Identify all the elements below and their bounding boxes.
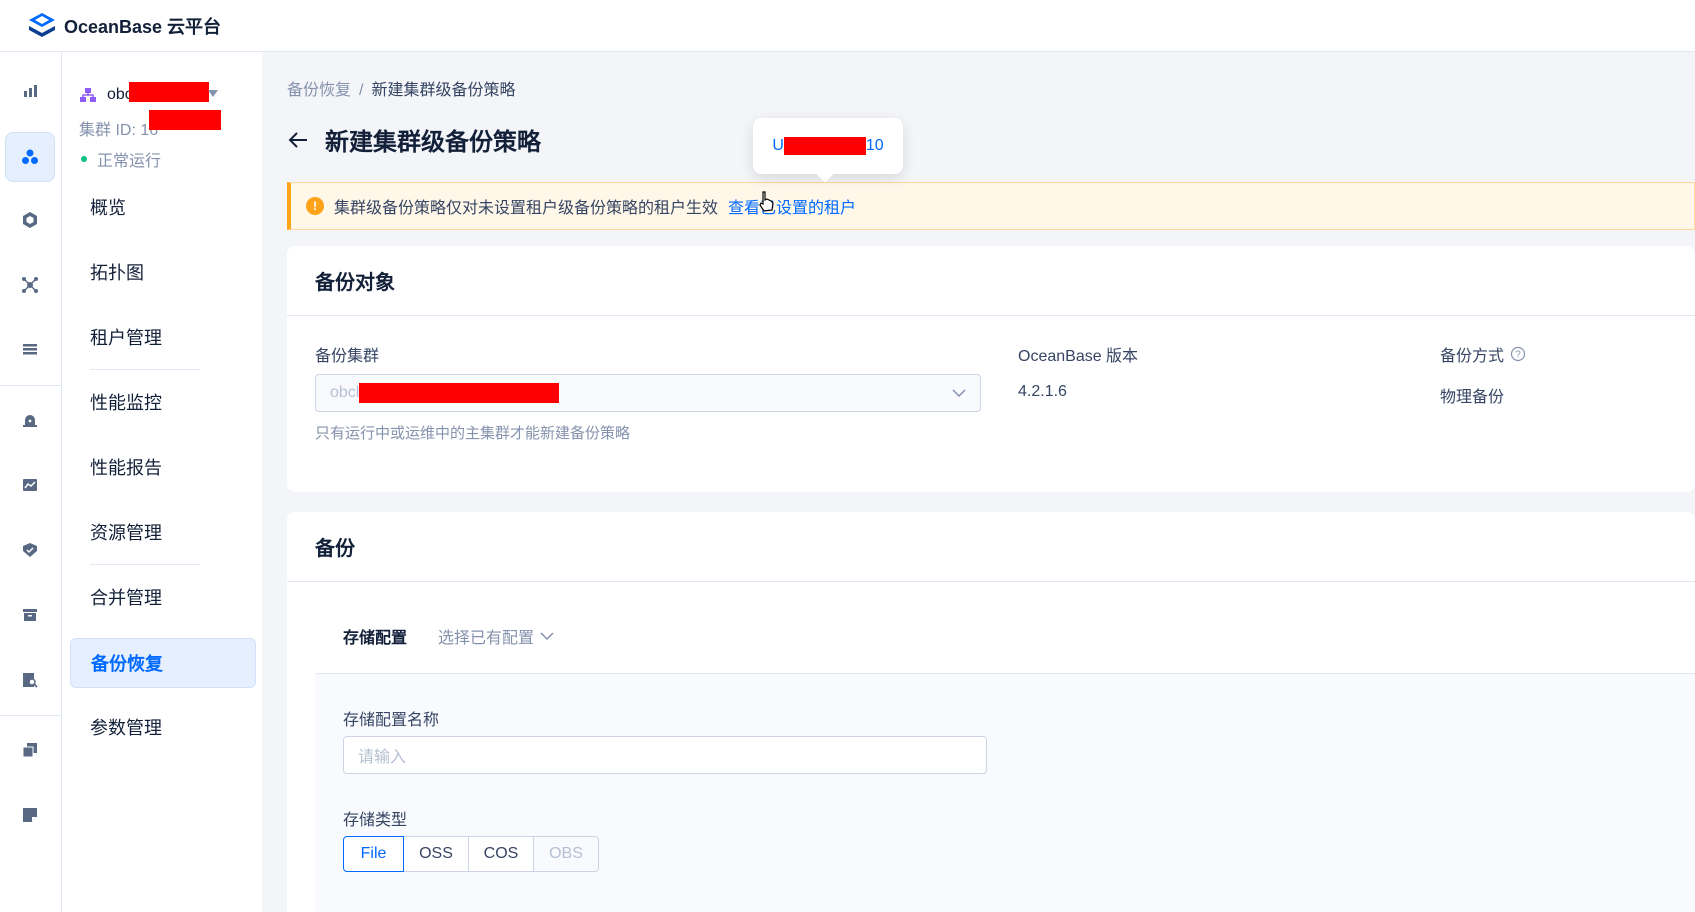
cluster-tree-icon — [80, 88, 96, 102]
nav-item-topology[interactable]: 拓扑图 — [70, 247, 256, 297]
select-existing-config-label: 选择已有配置 — [438, 630, 535, 647]
redaction-mark — [149, 110, 221, 130]
search-doc-icon[interactable] — [5, 655, 55, 705]
chevron-down-icon — [540, 631, 554, 640]
oceanbase-logo-icon[interactable] — [26, 11, 58, 41]
nav-item-merge[interactable]: 合并管理 — [70, 572, 256, 622]
cluster-switcher[interactable]: obcl — [79, 86, 136, 104]
bar-chart-icon[interactable] — [5, 66, 55, 116]
list-icon[interactable] — [5, 324, 55, 374]
main-content: 备份恢复 / 新建集群级备份策略 新建集群级备份策略 ! 集群级备份策略仅对未设置租… — [287, 52, 1695, 912]
redaction-mark — [129, 82, 209, 102]
brand-name[interactable]: OceanBase 云平台 — [64, 13, 221, 39]
note-icon[interactable] — [5, 790, 55, 840]
chevron-down-icon — [952, 389, 966, 398]
status-dot-icon — [81, 156, 87, 162]
storage-config-header: 存储配置 选择已有配置 — [315, 612, 1695, 674]
backup-cluster-value: obcl — [330, 384, 360, 401]
hand-cursor-icon — [759, 191, 774, 212]
backup-title: 备份 — [287, 512, 1695, 582]
nav-item-parameters[interactable]: 参数管理 — [70, 702, 256, 752]
package-icon[interactable] — [5, 590, 55, 640]
select-existing-config[interactable]: 选择已有配置 — [438, 624, 554, 648]
tenant-tooltip: U 10 — [753, 118, 903, 183]
storage-type-oss[interactable]: OSS — [403, 836, 469, 872]
monitor-icon[interactable] — [5, 460, 55, 510]
topology-icon[interactable] — [5, 260, 55, 310]
backup-cluster-select[interactable]: obcl — [315, 374, 981, 412]
breadcrumb-parent[interactable]: 备份恢复 — [287, 82, 351, 99]
config-name-input[interactable]: 请输入 — [343, 736, 987, 774]
nav-item-overview[interactable]: 概览 — [70, 182, 256, 232]
nav-item-tenants[interactable]: 租户管理 — [70, 312, 256, 362]
rail-divider — [0, 715, 61, 716]
backup-mode-label: 备份方式 — [1440, 348, 1505, 365]
backup-mode-value: 物理备份 — [1440, 389, 1505, 406]
info-alert: ! 集群级备份策略仅对未设置租户级备份策略的租户生效 查看已设置的租户 — [287, 182, 1695, 230]
storage-type-obs: OBS — [533, 836, 599, 872]
nav-divider — [90, 369, 200, 370]
storage-config-form: 存储配置名称 请输入 存储类型 File OSS COS OBS — [315, 674, 1695, 912]
help-icon[interactable]: ? — [1510, 346, 1526, 362]
nav-item-performance-monitor[interactable]: 性能监控 — [70, 377, 256, 427]
rail-divider — [0, 385, 61, 386]
svg-text:?: ? — [1515, 350, 1521, 361]
storage-config-tab[interactable]: 存储配置 — [343, 624, 407, 648]
cluster-status: 正常运行 — [79, 147, 161, 171]
oceanbase-version-label: OceanBase 版本 — [1018, 348, 1139, 365]
nav-item-backup-restore[interactable]: 备份恢复 — [70, 638, 256, 688]
page-title-text: 新建集群级备份策略 — [325, 129, 541, 156]
backup-mode-label-group: 备份方式 ? — [1440, 342, 1526, 366]
cluster-status-label: 正常运行 — [97, 153, 162, 170]
cluster-icon[interactable] — [5, 132, 55, 182]
breadcrumb-current: 新建集群级备份策略 — [371, 82, 516, 99]
view-configured-tenants-link[interactable]: 查看已设置的租户 — [728, 194, 856, 218]
shield-icon[interactable] — [5, 525, 55, 575]
redaction-mark — [359, 383, 560, 403]
side-nav: obcl 集群 ID: 16 正常运行 概览 拓扑图 租户管理 性能监控 性能报… — [62, 52, 262, 912]
backup-cluster-help: 只有运行中或运维中的主集群才能新建备份策略 — [315, 425, 631, 442]
tooltip-text-end: 10 — [865, 137, 884, 154]
alert-message: 集群级备份策略仅对未设置租户级备份策略的租户生效 — [334, 200, 719, 217]
hexagon-icon[interactable] — [5, 195, 55, 245]
back-arrow-icon[interactable] — [287, 129, 309, 151]
page-title: 新建集群级备份策略 — [287, 122, 541, 157]
caret-down-icon[interactable] — [208, 90, 218, 98]
alarm-icon[interactable] — [5, 395, 55, 445]
nav-divider — [90, 564, 200, 565]
backup-object-title: 备份对象 — [287, 246, 1695, 316]
backup-cluster-label: 备份集群 — [315, 348, 380, 365]
config-name-label: 存储配置名称 — [343, 712, 440, 729]
breadcrumb-separator: / — [359, 82, 364, 99]
top-bar: OceanBase 云平台 — [0, 0, 1695, 52]
config-name-placeholder: 请输入 — [358, 749, 407, 766]
warning-icon: ! — [306, 197, 324, 215]
storage-type-file[interactable]: File — [343, 836, 404, 872]
redaction-mark — [783, 137, 866, 155]
cluster-id: 集群 ID: 16 — [79, 122, 159, 139]
nav-item-resources[interactable]: 资源管理 — [70, 507, 256, 557]
icon-rail — [0, 52, 62, 912]
oceanbase-version-value: 4.2.1.6 — [1018, 383, 1067, 400]
storage-type-cos[interactable]: COS — [468, 836, 534, 872]
nav-item-performance-report[interactable]: 性能报告 — [70, 442, 256, 492]
copy-icon[interactable] — [5, 725, 55, 775]
tooltip-text-start: U — [772, 137, 784, 154]
tooltip-arrow — [816, 165, 834, 183]
backup-card: 备份 存储配置 选择已有配置 存储配置名称 请输入 存储类型 File OSS … — [287, 512, 1695, 912]
breadcrumb: 备份恢复 / 新建集群级备份策略 — [287, 76, 515, 100]
backup-object-card: 备份对象 备份集群 obcl 只有运行中或运维中的主集群才能新建备份策略 Oce… — [287, 246, 1695, 492]
storage-type-label: 存储类型 — [343, 812, 408, 829]
